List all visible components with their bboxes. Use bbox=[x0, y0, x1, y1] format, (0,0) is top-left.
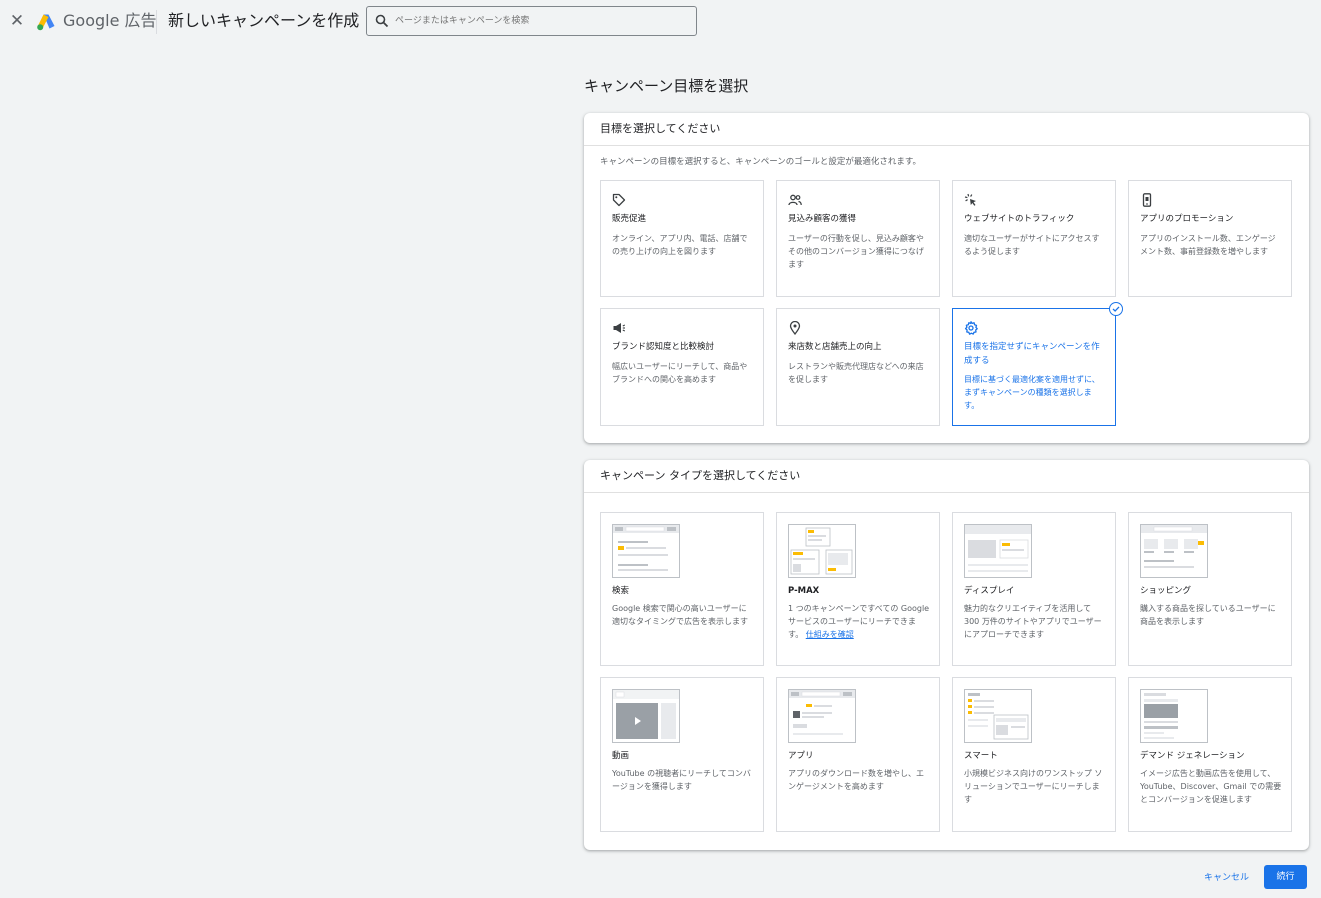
type-tile-display[interactable]: ディスプレイ 魅力的なクリエイティブを活用して 300 万件のサイトやアプリでユ… bbox=[952, 512, 1116, 666]
search-input[interactable] bbox=[395, 12, 685, 30]
goal-tile-traffic[interactable]: ウェブサイトのトラフィック 適切なユーザーがサイトにアクセスするよう促します bbox=[952, 180, 1116, 297]
brand-divider bbox=[156, 10, 157, 34]
type-description: 小規模ビジネス向けのワンストップ ソリューションでユーザーにリーチします bbox=[964, 769, 1103, 804]
type-description: 1 つのキャンペーンですべての Google サービスのユーザーにリーチできます… bbox=[788, 602, 930, 641]
goal-title: 販売促進 bbox=[612, 214, 647, 224]
type-description: 購入する商品を探しているユーザーに商品を表示します bbox=[1140, 604, 1276, 626]
goal-title: 見込み顧客の獲得 bbox=[788, 214, 857, 224]
section-title: キャンペーン目標を選択 bbox=[584, 77, 749, 95]
type-description: イメージ広告と動画広告を使用して、YouTube、Discover、Gmail … bbox=[1140, 769, 1282, 804]
search-box[interactable] bbox=[366, 6, 697, 36]
goal-description: ユーザーの行動を促し、見込み顧客やその他のコンバージョン獲得につなげます bbox=[788, 234, 924, 269]
cancel-button[interactable]: キャンセル bbox=[1204, 872, 1249, 884]
type-title: P-MAX bbox=[788, 586, 820, 596]
learn-more-link[interactable]: 仕組みを確認 bbox=[806, 630, 854, 639]
cursor-click-icon bbox=[964, 193, 976, 206]
continue-button[interactable]: 続行 bbox=[1264, 865, 1307, 889]
display-campaign-illustration bbox=[964, 524, 1032, 578]
goal-tile-no-goal[interactable]: 目標を指定せずにキャンペーンを作成する 目標に基づく最適化案を適用せずに、まずキ… bbox=[952, 302, 1123, 426]
type-description: 魅力的なクリエイティブを活用して 300 万件のサイトやアプリでユーザーにアプロ… bbox=[964, 604, 1102, 639]
google-ads-logo bbox=[37, 14, 55, 31]
top-bar: ✕ Google 広告 新しいキャンペーンを作成 bbox=[0, 0, 1321, 44]
search-campaign-illustration bbox=[612, 524, 680, 578]
campaign-type-panel: キャンペーン タイプを選択してください 検索 Google 検索で関心の高いユー… bbox=[584, 460, 1309, 850]
video-campaign-illustration bbox=[612, 689, 680, 743]
type-title: 動画 bbox=[612, 751, 630, 761]
goal-title: ウェブサイトのトラフィック bbox=[964, 214, 1075, 224]
phone-icon bbox=[1142, 193, 1152, 207]
type-tile-shopping[interactable]: ショッピング 購入する商品を探しているユーザーに商品を表示します bbox=[1128, 512, 1292, 666]
gear-icon bbox=[964, 321, 978, 335]
goal-tile-sales[interactable]: 販売促進 オンライン、アプリ内、電話、店舗での売り上げの向上を図ります bbox=[600, 180, 764, 297]
brand-name: Google 広告 bbox=[63, 11, 157, 30]
type-tile-search[interactable]: 検索 Google 検索で関心の高いユーザーに適切なタイミングで広告を表示します bbox=[600, 512, 764, 666]
goal-description: オンライン、アプリ内、電話、店舗での売り上げの向上を図ります bbox=[612, 234, 748, 256]
type-tile-demand-gen[interactable]: デマンド ジェネレーション イメージ広告と動画広告を使用して、YouTube、D… bbox=[1128, 677, 1292, 832]
goal-panel: 目標を選択してください キャンペーンの目標を選択すると、キャンペーンのゴールと設… bbox=[584, 113, 1309, 443]
type-title: ショッピング bbox=[1140, 586, 1192, 596]
goal-tile-leads[interactable]: 見込み顧客の獲得 ユーザーの行動を促し、見込み顧客やその他のコンバージョン獲得に… bbox=[776, 180, 940, 297]
close-icon[interactable]: ✕ bbox=[8, 12, 26, 30]
goal-description: 適切なユーザーがサイトにアクセスするよう促します bbox=[964, 234, 1100, 256]
type-tile-pmax[interactable]: P-MAX 1 つのキャンペーンですべての Google サービスのユーザーにリ… bbox=[776, 512, 940, 666]
goal-title: 来店数と店舗売上の向上 bbox=[788, 342, 882, 352]
search-icon bbox=[375, 14, 389, 28]
goal-title: ブランド認知度と比較検討 bbox=[612, 342, 715, 352]
type-title: アプリ bbox=[788, 751, 814, 761]
megaphone-icon bbox=[613, 323, 626, 333]
type-tile-video[interactable]: 動画 YouTube の視聴者にリーチしてコンバージョンを獲得します bbox=[600, 677, 764, 832]
goal-description: 目標に基づく最適化案を適用せずに、まずキャンペーンの種類を選択します。 bbox=[964, 375, 1100, 410]
goal-tile-brand-awareness[interactable]: ブランド認知度と比較検討 幅広いユーザーにリーチして、商品やブランドへの関心を高… bbox=[600, 308, 764, 426]
type-description: アプリのダウンロード数を増やし、エンゲージメントを高めます bbox=[788, 769, 924, 791]
goal-description: アプリのインストール数、エンゲージメント数、事前登録数を増やします bbox=[1140, 234, 1276, 256]
goal-description: レストランや販売代理店などへの来店を促します bbox=[788, 362, 924, 384]
demand-gen-campaign-illustration bbox=[1140, 689, 1208, 743]
goal-description: 幅広いユーザーにリーチして、商品やブランドへの関心を高めます bbox=[612, 362, 748, 384]
tag-icon bbox=[612, 193, 626, 207]
type-tile-smart[interactable]: スマート 小規模ビジネス向けのワンストップ ソリューションでユーザーにリーチしま… bbox=[952, 677, 1116, 832]
type-title: ディスプレイ bbox=[964, 586, 1015, 596]
type-panel-title: キャンペーン タイプを選択してください bbox=[600, 469, 801, 482]
type-description: Google 検索で関心の高いユーザーに適切なタイミングで広告を表示します bbox=[612, 604, 748, 626]
type-description: YouTube の視聴者にリーチしてコンバージョンを獲得します bbox=[612, 769, 751, 791]
type-tile-app[interactable]: アプリ アプリのダウンロード数を増やし、エンゲージメントを高めます bbox=[776, 677, 940, 832]
goal-panel-description: キャンペーンの目標を選択すると、キャンペーンのゴールと設定が最適化されます。 bbox=[600, 157, 921, 167]
check-circle-icon bbox=[1109, 302, 1123, 316]
type-panel-header: キャンペーン タイプを選択してください bbox=[584, 460, 1309, 493]
goal-panel-header: 目標を選択してください bbox=[584, 113, 1309, 146]
type-title: 検索 bbox=[612, 586, 630, 596]
location-pin-icon bbox=[789, 321, 801, 335]
goal-tile-store-visits[interactable]: 来店数と店舗売上の向上 レストランや販売代理店などへの来店を促します bbox=[776, 308, 940, 426]
goal-title: アプリのプロモーション bbox=[1140, 214, 1234, 224]
smart-campaign-illustration bbox=[964, 689, 1032, 743]
goal-tile-app-promotion[interactable]: アプリのプロモーション アプリのインストール数、エンゲージメント数、事前登録数を… bbox=[1128, 180, 1292, 297]
type-title: デマンド ジェネレーション bbox=[1140, 751, 1245, 761]
type-title: スマート bbox=[964, 751, 998, 761]
goal-title: 目標を指定せずにキャンペーンを作成する bbox=[964, 342, 1100, 366]
shopping-campaign-illustration bbox=[1140, 524, 1208, 578]
pmax-campaign-illustration bbox=[788, 524, 856, 578]
app-campaign-illustration bbox=[788, 689, 856, 743]
page-title: 新しいキャンペーンを作成 bbox=[168, 11, 360, 30]
people-icon bbox=[788, 194, 802, 206]
goal-panel-title: 目標を選択してください bbox=[600, 122, 721, 135]
